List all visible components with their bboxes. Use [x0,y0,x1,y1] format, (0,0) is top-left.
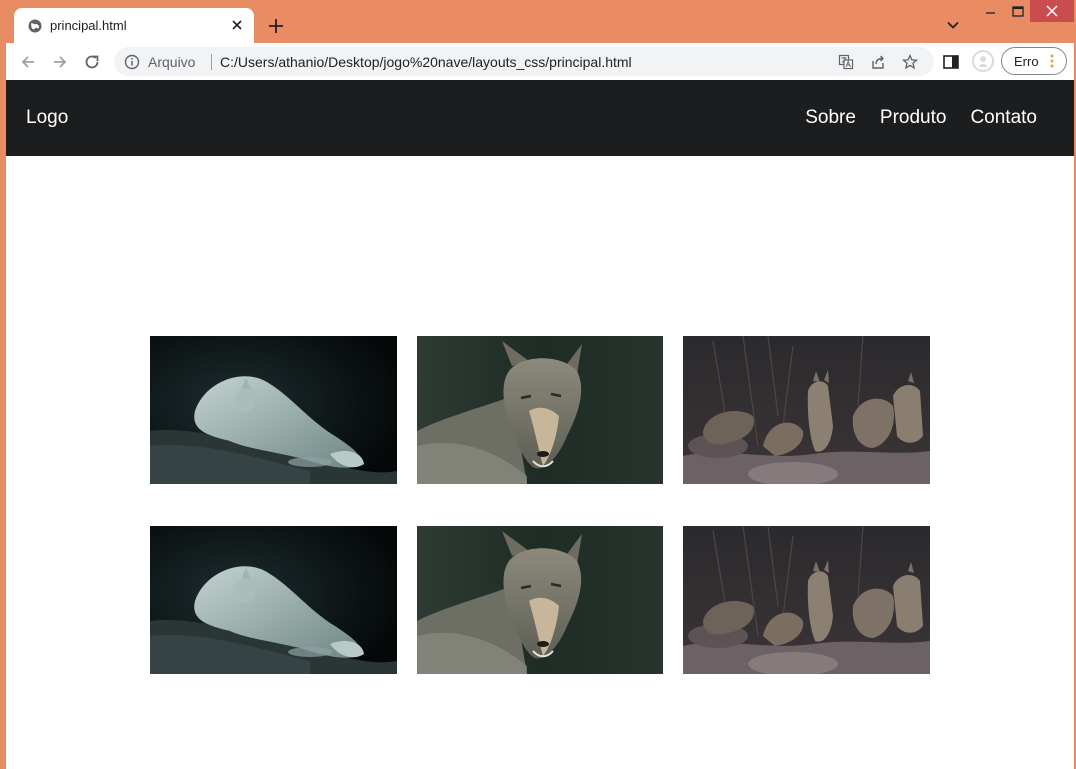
forward-arrow-icon[interactable] [50,52,70,72]
close-tab-icon[interactable] [229,17,245,33]
address-bar[interactable]: Arquivo C:/Users/athanio/Desktop/jogo%20… [114,47,934,76]
tab-title: principal.html [50,18,127,33]
side-panel-icon[interactable] [941,52,961,72]
grey-wolf-portrait-image [417,526,663,674]
window-close-button[interactable] [1030,0,1074,22]
browser-toolbar: Arquivo C:/Users/athanio/Desktop/jogo%20… [6,43,1074,80]
site-header: Logo Sobre Produto Contato [6,80,1074,156]
person-icon [972,50,994,72]
error-label: Erro [1014,54,1039,69]
url-scheme-label: Arquivo [148,54,196,70]
main-nav: Sobre Produto Contato [805,107,1037,129]
site-logo[interactable]: Logo [26,107,68,129]
nav-link-contato[interactable]: Contato [970,107,1037,129]
info-icon[interactable] [124,54,140,70]
menu-dots-icon[interactable] [1050,54,1054,68]
translate-icon[interactable] [838,54,854,70]
grey-wolf-portrait-image [417,336,663,484]
nav-link-sobre[interactable]: Sobre [805,107,856,129]
maximize-icon[interactable] [1007,2,1029,22]
white-wolf-resting-image [150,526,397,674]
share-icon[interactable] [870,54,886,70]
new-tab-icon[interactable] [266,16,286,36]
back-arrow-icon[interactable] [18,52,38,72]
minimize-icon[interactable] [980,2,1002,22]
globe-icon [28,19,42,33]
white-wolf-resting-image [150,336,397,484]
reload-icon[interactable] [82,52,102,72]
profile-avatar[interactable] [972,50,994,72]
browser-tab[interactable]: principal.html [14,8,254,43]
nav-link-produto[interactable]: Produto [880,107,947,129]
wolf-pack-image [683,336,930,484]
profile-error-button[interactable]: Erro [1001,47,1067,75]
page-viewport: Logo Sobre Produto Contato [6,80,1074,769]
browser-title-bar: principal.html [0,0,1076,43]
wolf-pack-image [683,526,930,674]
image-gallery [150,336,930,674]
close-icon [1046,5,1058,17]
divider [211,54,212,70]
chevron-down-icon[interactable] [944,16,962,34]
star-icon[interactable] [902,54,918,70]
url-text[interactable]: C:/Users/athanio/Desktop/jogo%20nave/lay… [220,54,632,70]
